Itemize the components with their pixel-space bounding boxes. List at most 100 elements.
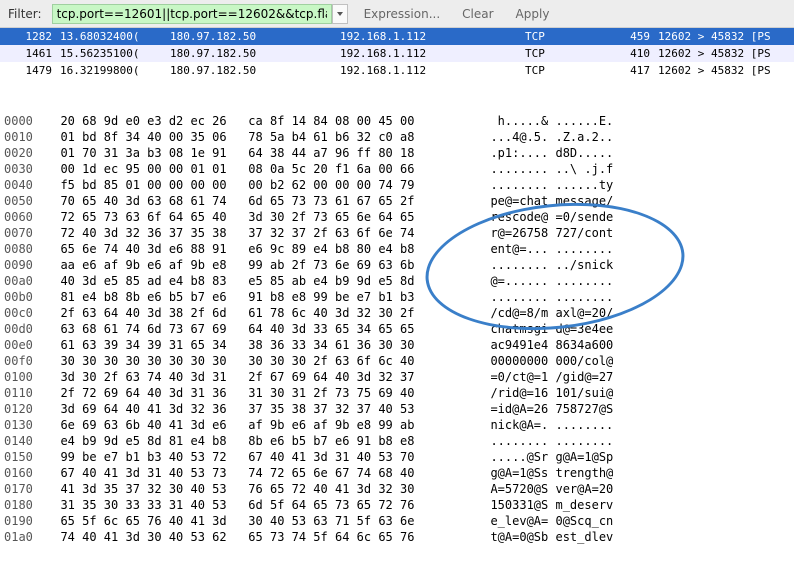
hex-bytes: 01 bd 8f 34 40 00 35 06 78 5a b4 61 b6 3…	[46, 129, 476, 145]
hex-offset: 0090	[4, 257, 46, 273]
hex-bytes: 00 1d ec 95 00 00 01 01 08 0a 5c 20 f1 6…	[46, 161, 476, 177]
col-dest: 192.168.1.112	[340, 62, 525, 79]
hex-ascii: ........ ../snick	[476, 257, 790, 273]
packet-row[interactable]: 1479 16.32199800( 180.97.182.50 192.168.…	[0, 62, 794, 79]
hex-line[interactable]: 0170 41 3d 35 37 32 30 40 53 76 65 72 40…	[4, 481, 790, 497]
hex-bytes: 99 be e7 b1 b3 40 53 72 67 40 41 3d 31 4…	[46, 449, 476, 465]
hex-line[interactable]: 00c0 2f 63 64 40 3d 38 2f 6d 61 78 6c 40…	[4, 305, 790, 321]
col-source: 180.97.182.50	[170, 28, 340, 45]
hex-bytes: 41 3d 35 37 32 30 40 53 76 65 72 40 41 3…	[46, 481, 476, 497]
hex-ascii: g@A=1@Ss trength@	[476, 465, 790, 481]
col-source: 180.97.182.50	[170, 45, 340, 62]
hex-bytes: 65 5f 6c 65 76 40 41 3d 30 40 53 63 71 5…	[46, 513, 476, 529]
col-info: 12602 > 45832 [PS	[650, 45, 794, 62]
hex-offset: 0180	[4, 497, 46, 513]
hex-line[interactable]: 0030 00 1d ec 95 00 00 01 01 08 0a 5c 20…	[4, 161, 790, 177]
col-no: 1479	[0, 62, 60, 79]
hex-offset: 0000	[4, 113, 46, 129]
hex-line[interactable]: 0040 f5 bd 85 01 00 00 00 00 00 b2 62 00…	[4, 177, 790, 193]
apply-button[interactable]: Apply	[510, 5, 556, 23]
hex-line[interactable]: 0140 e4 b9 9d e5 8d 81 e4 b8 8b e6 b5 b7…	[4, 433, 790, 449]
hex-offset: 00c0	[4, 305, 46, 321]
hex-line[interactable]: 0190 65 5f 6c 65 76 40 41 3d 30 40 53 63…	[4, 513, 790, 529]
hex-line[interactable]: 00f0 30 30 30 30 30 30 30 30 30 30 30 2f…	[4, 353, 790, 369]
hex-bytes: f5 bd 85 01 00 00 00 00 00 b2 62 00 00 0…	[46, 177, 476, 193]
filter-dropdown-button[interactable]	[332, 4, 348, 24]
col-len: 410	[610, 45, 650, 62]
hex-bytes: 67 40 41 3d 31 40 53 73 74 72 65 6e 67 7…	[46, 465, 476, 481]
hex-bytes: 31 35 30 33 33 31 40 53 6d 5f 64 65 73 6…	[46, 497, 476, 513]
hex-bytes: e4 b9 9d e5 8d 81 e4 b8 8b e6 b5 b7 e6 9…	[46, 433, 476, 449]
hex-bytes: 63 68 61 74 6d 73 67 69 64 40 3d 33 65 3…	[46, 321, 476, 337]
hex-ascii: .....@Sr g@A=1@Sp	[476, 449, 790, 465]
col-info: 12602 > 45832 [PS	[650, 28, 794, 45]
hex-line[interactable]: 0070 72 40 3d 32 36 37 35 38 37 32 37 2f…	[4, 225, 790, 241]
hex-ascii: ........ ........	[476, 289, 790, 305]
hex-ascii: ...4@.5. .Z.a.2..	[476, 129, 790, 145]
chevron-down-icon	[336, 10, 344, 18]
hex-line[interactable]: 0120 3d 69 64 40 41 3d 32 36 37 35 38 37…	[4, 401, 790, 417]
filter-bar: Filter: Expression... Clear Apply	[0, 0, 794, 28]
hex-line[interactable]: 0050 70 65 40 3d 63 68 61 74 6d 65 73 73…	[4, 193, 790, 209]
hex-bytes: 30 30 30 30 30 30 30 30 30 30 30 2f 63 6…	[46, 353, 476, 369]
hex-ascii: h.....& ......E.	[476, 113, 790, 129]
hex-ascii: nick@A=. ........	[476, 417, 790, 433]
hex-line[interactable]: 0180 31 35 30 33 33 31 40 53 6d 5f 64 65…	[4, 497, 790, 513]
hex-line[interactable]: 0080 65 6e 74 40 3d e6 88 91 e6 9c 89 e4…	[4, 241, 790, 257]
hex-line[interactable]: 0130 6e 69 63 6b 40 41 3d e6 af 9b e6 af…	[4, 417, 790, 433]
hex-ascii: /rid@=16 101/sui@	[476, 385, 790, 401]
hex-line[interactable]: 0010 01 bd 8f 34 40 00 35 06 78 5a b4 61…	[4, 129, 790, 145]
hex-line[interactable]: 0060 72 65 73 63 6f 64 65 40 3d 30 2f 73…	[4, 209, 790, 225]
hex-bytes: 3d 30 2f 63 74 40 3d 31 2f 67 69 64 40 3…	[46, 369, 476, 385]
hex-line[interactable]: 0150 99 be e7 b1 b3 40 53 72 67 40 41 3d…	[4, 449, 790, 465]
hex-ascii: ........ ..\ .j.f	[476, 161, 790, 177]
hex-bytes: 2f 72 69 64 40 3d 31 36 31 30 31 2f 73 7…	[46, 385, 476, 401]
packet-row[interactable]: 1461 15.56235100( 180.97.182.50 192.168.…	[0, 45, 794, 62]
hex-offset: 00f0	[4, 353, 46, 369]
col-proto: TCP	[525, 62, 610, 79]
hex-ascii: @=...... ........	[476, 273, 790, 289]
filter-input[interactable]	[52, 4, 332, 24]
hex-line[interactable]: 0090 aa e6 af 9b e6 af 9b e8 99 ab 2f 73…	[4, 257, 790, 273]
hex-ascii: 150331@S m_deserv	[476, 497, 790, 513]
hex-line[interactable]: 0000 20 68 9d e0 e3 d2 ec 26 ca 8f 14 84…	[4, 113, 790, 129]
col-len: 417	[610, 62, 650, 79]
col-proto: TCP	[525, 28, 610, 45]
packet-row[interactable]: 1282 13.68032400( 180.97.182.50 192.168.…	[0, 28, 794, 45]
hex-line[interactable]: 00a0 40 3d e5 85 ad e4 b8 83 e5 85 ab e4…	[4, 273, 790, 289]
hex-offset: 0040	[4, 177, 46, 193]
col-len: 459	[610, 28, 650, 45]
hex-line[interactable]: 00e0 61 63 39 34 39 31 65 34 38 36 33 34…	[4, 337, 790, 353]
hex-line[interactable]: 0160 67 40 41 3d 31 40 53 73 74 72 65 6e…	[4, 465, 790, 481]
hex-bytes: 2f 63 64 40 3d 38 2f 6d 61 78 6c 40 3d 3…	[46, 305, 476, 321]
hex-offset: 0030	[4, 161, 46, 177]
hex-bytes: 72 40 3d 32 36 37 35 38 37 32 37 2f 63 6…	[46, 225, 476, 241]
packet-list[interactable]: 1282 13.68032400( 180.97.182.50 192.168.…	[0, 28, 794, 79]
clear-button[interactable]: Clear	[456, 5, 499, 23]
hex-offset: 00a0	[4, 273, 46, 289]
col-proto: TCP	[525, 45, 610, 62]
col-no: 1282	[0, 28, 60, 45]
hex-bytes: 20 68 9d e0 e3 d2 ec 26 ca 8f 14 84 08 0…	[46, 113, 476, 129]
hex-ascii: rescode@ =0/sende	[476, 209, 790, 225]
hex-offset: 00e0	[4, 337, 46, 353]
hex-line[interactable]: 0100 3d 30 2f 63 74 40 3d 31 2f 67 69 64…	[4, 369, 790, 385]
hex-line[interactable]: 01a0 74 40 41 3d 30 40 53 62 65 73 74 5f…	[4, 529, 790, 545]
hex-bytes: 81 e4 b8 8b e6 b5 b7 e6 91 b8 e8 99 be e…	[46, 289, 476, 305]
hex-bytes: 61 63 39 34 39 31 65 34 38 36 33 34 61 3…	[46, 337, 476, 353]
hex-offset: 0060	[4, 209, 46, 225]
hex-offset: 0140	[4, 433, 46, 449]
expression-button[interactable]: Expression...	[358, 5, 447, 23]
hex-pane[interactable]: 0000 20 68 9d e0 e3 d2 ec 26 ca 8f 14 84…	[0, 79, 794, 579]
hex-line[interactable]: 00b0 81 e4 b8 8b e6 b5 b7 e6 91 b8 e8 99…	[4, 289, 790, 305]
hex-line[interactable]: 00d0 63 68 61 74 6d 73 67 69 64 40 3d 33…	[4, 321, 790, 337]
hex-offset: 0160	[4, 465, 46, 481]
hex-offset: 0010	[4, 129, 46, 145]
hex-ascii: =0/ct@=1 /gid@=27	[476, 369, 790, 385]
hex-offset: 0150	[4, 449, 46, 465]
hex-offset: 0120	[4, 401, 46, 417]
hex-line[interactable]: 0110 2f 72 69 64 40 3d 31 36 31 30 31 2f…	[4, 385, 790, 401]
hex-line[interactable]: 0020 01 70 31 3a b3 08 1e 91 64 38 44 a7…	[4, 145, 790, 161]
hex-offset: 0020	[4, 145, 46, 161]
hex-offset: 0050	[4, 193, 46, 209]
